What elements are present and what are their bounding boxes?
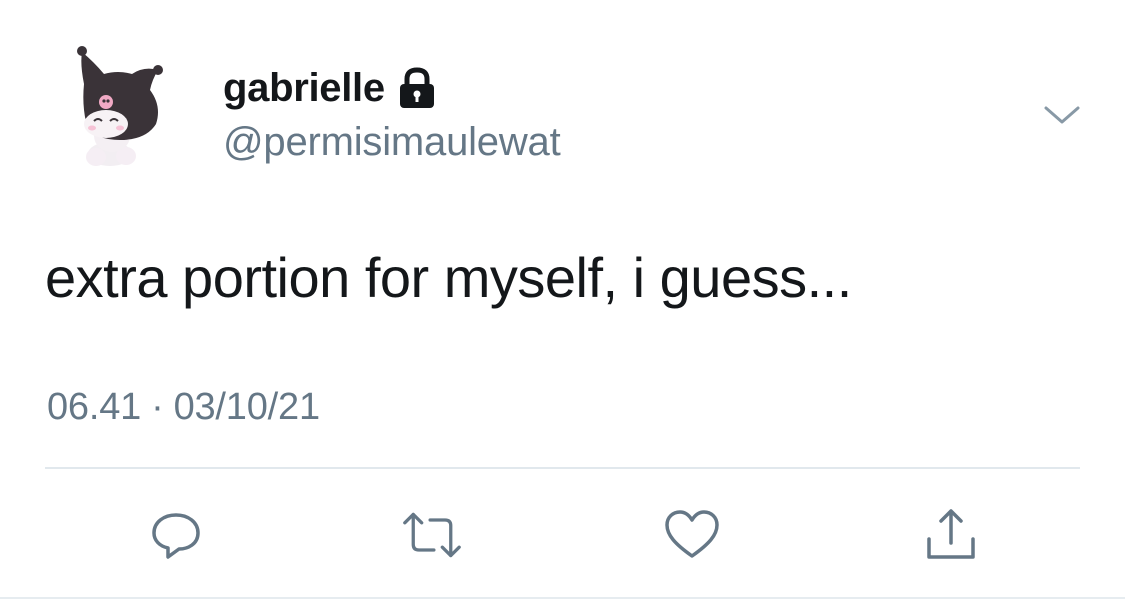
tweet-timestamp[interactable]: 06.41 · 03/10/21: [47, 386, 320, 429]
like-button[interactable]: [662, 505, 722, 565]
tweet-card: gabrielle @permisimaulewat extra portion…: [0, 0, 1125, 601]
chevron-down-icon[interactable]: [1040, 100, 1084, 130]
display-name-row: gabrielle: [223, 62, 437, 114]
tweet-text: extra portion for myself, i guess...: [45, 246, 852, 309]
user-handle[interactable]: @permisimaulewat: [223, 120, 561, 165]
lock-icon: [397, 67, 437, 109]
heart-icon: [665, 510, 719, 558]
retweet-icon: [403, 512, 461, 558]
timestamp-separator: ·: [151, 386, 164, 428]
share-icon: [927, 509, 975, 559]
divider: [45, 467, 1080, 469]
avatar[interactable]: [70, 44, 170, 178]
tweet-date: 03/10/21: [173, 386, 321, 428]
display-name[interactable]: gabrielle: [223, 66, 385, 111]
bottom-divider: [0, 597, 1125, 599]
reply-button[interactable]: [146, 505, 206, 565]
share-button[interactable]: [921, 505, 981, 565]
retweet-button[interactable]: [402, 505, 462, 565]
tweet-time: 06.41: [47, 386, 142, 428]
kuromi-avatar-icon: [77, 46, 163, 166]
reply-icon: [152, 513, 200, 559]
